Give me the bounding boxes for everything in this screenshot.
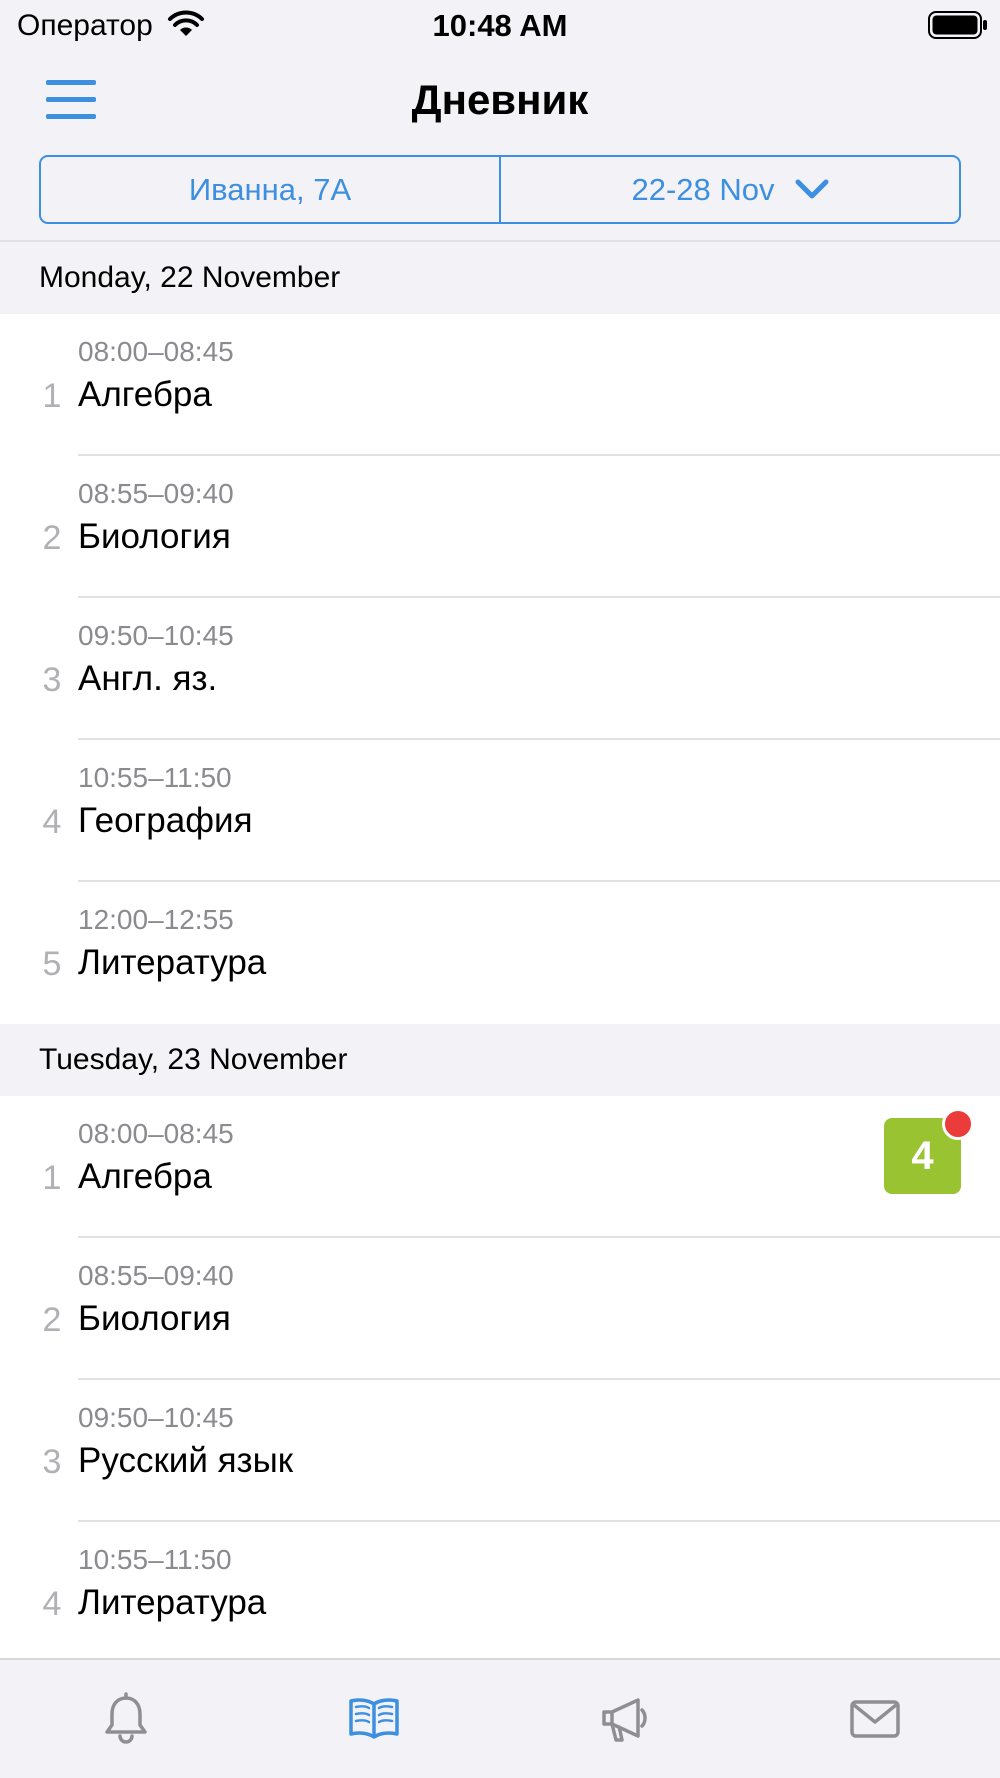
book-open-icon (349, 1698, 399, 1739)
clock: 10:48 AM (432, 8, 568, 43)
chevron-down-icon (795, 179, 829, 198)
lesson-time: 09:50–10:45 (78, 1402, 234, 1433)
lesson-time: 10:55–11:50 (78, 1544, 232, 1575)
lesson-number: 1 (42, 1159, 62, 1197)
lesson-number: 2 (42, 519, 62, 557)
lesson-number: 5 (42, 945, 62, 983)
lesson-subject: Биология (78, 517, 231, 556)
lesson-subject: Литература (78, 1583, 267, 1622)
lesson-number: 2 (42, 1301, 62, 1339)
tab-bar (0, 1658, 1000, 1778)
lesson-subject: География (78, 801, 253, 840)
lesson-row[interactable]: 1 08:00–08:45 Алгебра 4 (0, 1096, 1000, 1238)
lesson-row[interactable]: 2 08:55–09:40 Биология (0, 1238, 1000, 1380)
tab-notifications[interactable] (81, 1674, 171, 1764)
tab-diary[interactable] (329, 1674, 419, 1764)
tab-messages[interactable] (830, 1674, 920, 1764)
lesson-time: 08:00–08:45 (78, 1118, 234, 1149)
lesson-subject: Литература (78, 943, 267, 982)
page-title: Дневник (411, 76, 589, 123)
week-selector-label: 22-28 Nov (631, 171, 775, 207)
lesson-row[interactable]: 4 10:55–11:50 Литература (0, 1522, 1000, 1658)
lesson-row[interactable]: 3 09:50–10:45 Англ. яз. (0, 598, 1000, 740)
lesson-row[interactable]: 2 08:55–09:40 Биология (0, 456, 1000, 598)
lesson-time: 10:55–11:50 (78, 762, 232, 793)
lesson-number: 1 (42, 377, 62, 415)
lesson-row[interactable]: 3 09:50–10:45 Русский язык (0, 1380, 1000, 1522)
lesson-time: 08:55–09:40 (78, 478, 234, 509)
student-selector[interactable]: Иванна, 7А (41, 157, 499, 222)
day-header: Monday, 22 November (0, 242, 1000, 314)
tab-announcements[interactable] (580, 1674, 670, 1764)
lesson-subject: Алгебра (78, 375, 212, 414)
navigation-bar: Дневник Иванна, 7А 22-28 Nov (0, 52, 1000, 242)
student-selector-label: Иванна, 7А (188, 171, 352, 207)
lesson-time: 08:55–09:40 (78, 1260, 234, 1291)
week-selector[interactable]: 22-28 Nov (499, 157, 959, 222)
day-header: Tuesday, 23 November (0, 1024, 1000, 1096)
status-bar: Оператор 10:48 AM (0, 0, 1000, 52)
selector-control: Иванна, 7А 22-28 Nov (39, 155, 961, 224)
lesson-row[interactable]: 5 12:00–12:55 Литература (0, 882, 1000, 1024)
lesson-number: 3 (42, 661, 62, 699)
bell-icon (105, 1692, 147, 1744)
lesson-number: 4 (42, 1585, 62, 1623)
lesson-number: 3 (42, 1443, 62, 1481)
lesson-time: 12:00–12:55 (78, 904, 234, 935)
lesson-time: 08:00–08:45 (78, 336, 234, 367)
lesson-subject: Алгебра (78, 1157, 212, 1196)
lesson-time: 09:50–10:45 (78, 620, 234, 651)
lesson-subject: Биология (78, 1299, 231, 1338)
day-label: Tuesday, 23 November (39, 1043, 348, 1076)
lesson-row[interactable]: 4 10:55–11:50 География (0, 740, 1000, 882)
lesson-number: 4 (42, 803, 62, 841)
lesson-subject: Англ. яз. (78, 659, 218, 698)
megaphone-icon (602, 1698, 647, 1742)
lesson-row[interactable]: 1 08:00–08:45 Алгебра (0, 314, 1000, 456)
day-label: Monday, 22 November (39, 261, 341, 294)
battery-icon (928, 11, 987, 39)
notification-dot (942, 1108, 974, 1140)
day-lessons: 1 08:00–08:45 Алгебра 4 2 08:55–09:40 Би… (0, 1096, 1000, 1658)
day-lessons: 1 08:00–08:45 Алгебра 2 08:55–09:40 Биол… (0, 314, 1000, 1024)
envelope-icon (850, 1700, 900, 1738)
lesson-subject: Русский язык (78, 1441, 294, 1480)
schedule-list[interactable]: Monday, 22 November 1 08:00–08:45 Алгебр… (0, 242, 1000, 1658)
